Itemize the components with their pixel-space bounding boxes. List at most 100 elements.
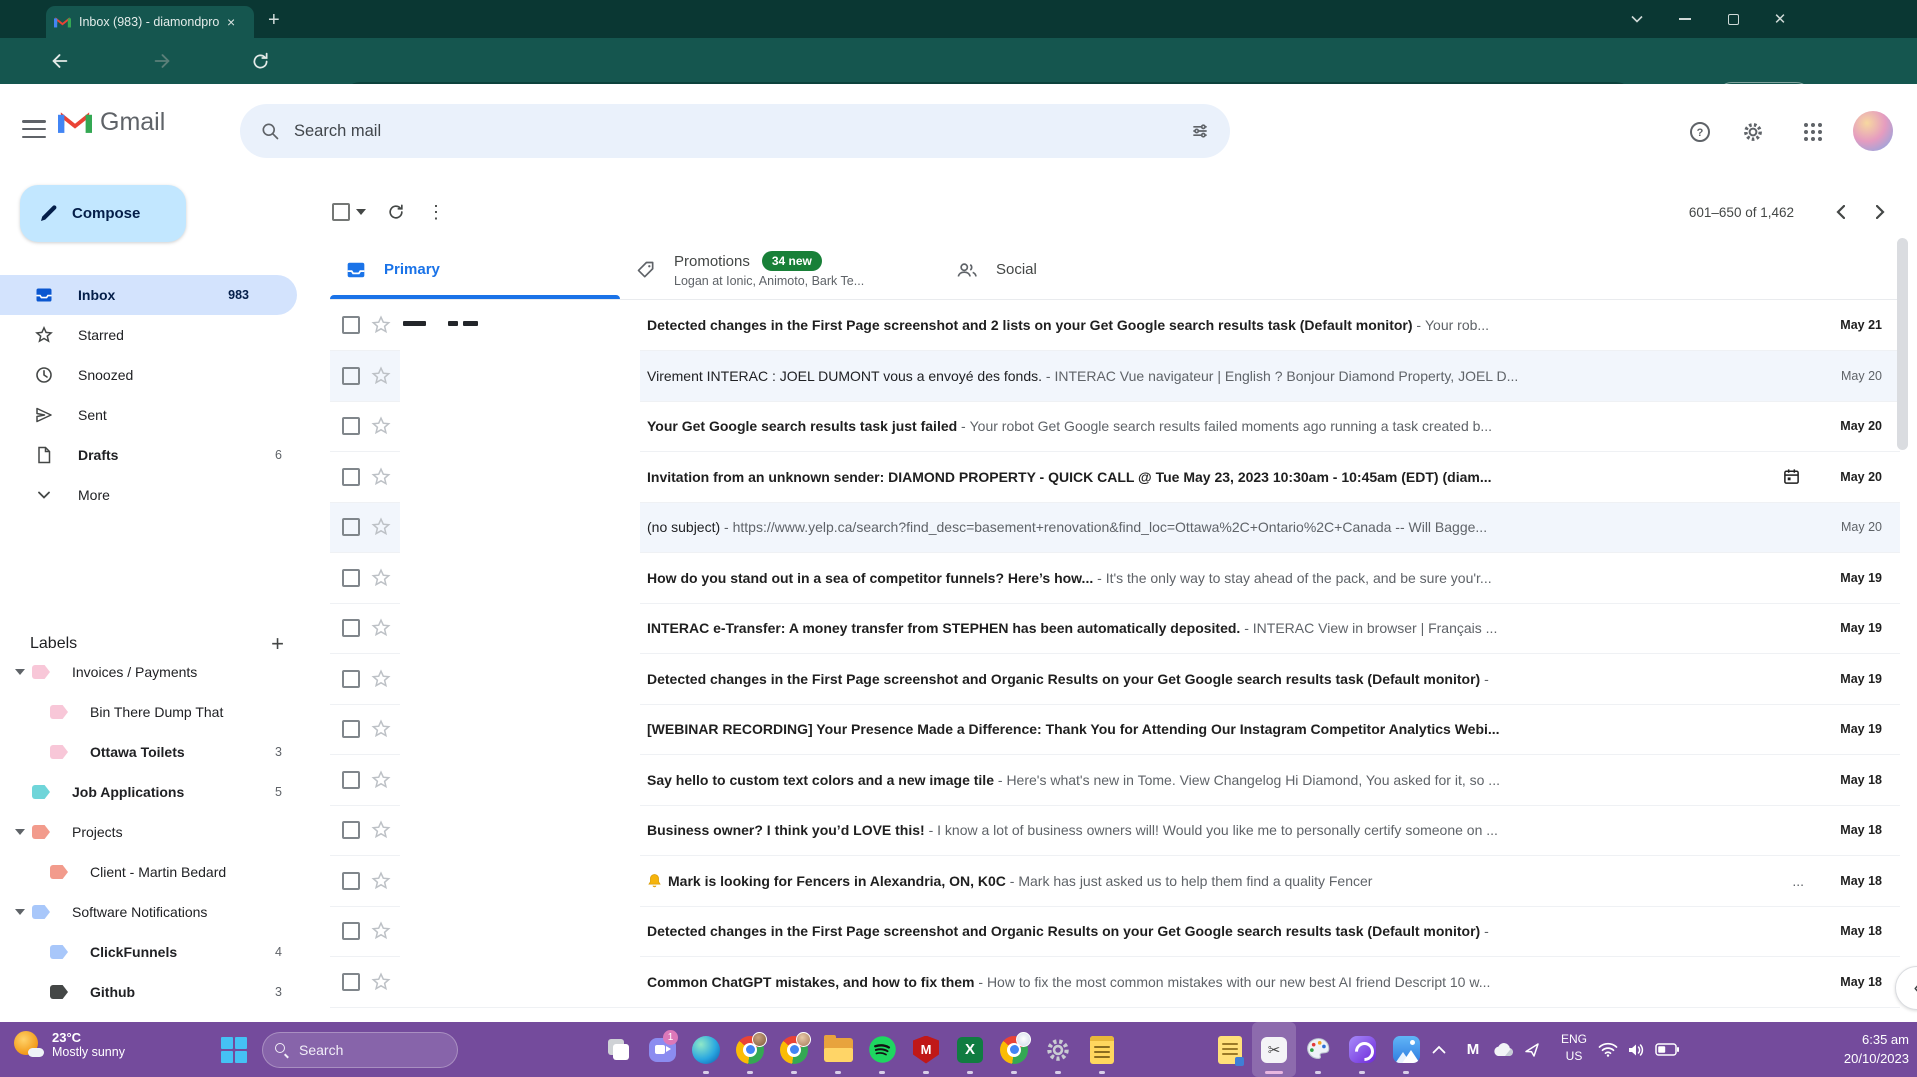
email-checkbox[interactable] (342, 619, 360, 638)
clock-widget[interactable]: 6:35 am 20/10/2023 (1844, 1031, 1909, 1069)
tab-close-icon[interactable]: × (227, 14, 235, 30)
star-icon[interactable] (370, 971, 392, 993)
volume-icon[interactable] (1627, 1022, 1645, 1077)
email-checkbox[interactable] (342, 417, 360, 436)
label-item[interactable]: ClickFunnels 4 (0, 932, 330, 972)
wifi-icon[interactable] (1598, 1022, 1618, 1077)
star-icon[interactable] (370, 617, 392, 639)
window-close-button[interactable]: ✕ (1770, 10, 1790, 28)
refresh-icon[interactable] (376, 192, 416, 232)
weather-widget[interactable]: 23°C Mostly sunny (12, 1029, 125, 1059)
email-checkbox[interactable] (342, 720, 360, 739)
tray-expand-icon[interactable] (1432, 1022, 1446, 1077)
mcafee-icon[interactable]: M (904, 1022, 948, 1077)
chrome-profile-a-icon[interactable] (728, 1022, 772, 1077)
start-button[interactable] (221, 1037, 247, 1063)
sidebar-item-snoozed[interactable]: Snoozed (0, 355, 330, 395)
older-page-icon[interactable] (1860, 192, 1900, 232)
email-checkbox[interactable] (342, 871, 360, 890)
search-bar[interactable] (240, 104, 1230, 158)
tab-primary[interactable]: Primary (330, 240, 620, 299)
sidebar-item-inbox[interactable]: Inbox 983 (0, 275, 297, 315)
star-icon[interactable] (370, 466, 392, 488)
label-expand-icon[interactable] (8, 829, 32, 835)
sidebar-item-drafts[interactable]: Drafts 6 (0, 435, 330, 475)
email-checkbox[interactable] (342, 467, 360, 486)
select-dropdown-icon[interactable] (356, 209, 366, 215)
star-icon[interactable] (370, 769, 392, 791)
chrome-profile-c-icon[interactable] (992, 1022, 1036, 1077)
compose-button[interactable]: Compose (20, 185, 186, 242)
tab-social[interactable]: Social (940, 240, 1230, 299)
star-icon[interactable] (370, 819, 392, 841)
forward-button[interactable] (150, 49, 174, 73)
star-icon[interactable] (370, 870, 392, 892)
email-checkbox[interactable] (342, 922, 360, 941)
language-switcher[interactable]: ENG US (1552, 1031, 1596, 1066)
star-icon[interactable] (370, 567, 392, 589)
label-expand-icon[interactable] (8, 909, 32, 915)
label-item[interactable]: Projects (0, 812, 330, 852)
apps-grid-icon[interactable] (1791, 110, 1835, 154)
sticky-notes-icon[interactable] (1208, 1022, 1252, 1077)
label-item[interactable]: Github 3 (0, 972, 330, 1012)
label-item[interactable]: Job Applications 5 (0, 772, 330, 812)
paint-icon[interactable] (1296, 1022, 1340, 1077)
email-checkbox[interactable] (342, 316, 360, 335)
task-view-icon[interactable] (596, 1022, 640, 1077)
select-all-checkbox[interactable] (332, 203, 350, 221)
snipping-tool-icon[interactable]: ✂ (1252, 1022, 1296, 1077)
label-item[interactable]: Software Notifications (0, 892, 330, 932)
notepad-icon[interactable] (1080, 1022, 1124, 1077)
label-item[interactable]: Client - Martin Bedard (0, 852, 330, 892)
spotify-icon[interactable] (860, 1022, 904, 1077)
window-menu-icon[interactable] (1627, 10, 1647, 28)
star-icon[interactable] (370, 516, 392, 538)
email-checkbox[interactable] (342, 972, 360, 991)
search-icon[interactable] (260, 121, 280, 141)
photos-icon[interactable] (1384, 1022, 1428, 1077)
edge-icon[interactable] (684, 1022, 728, 1077)
loop-icon[interactable] (1340, 1022, 1384, 1077)
email-checkbox[interactable] (342, 821, 360, 840)
star-icon[interactable] (370, 718, 392, 740)
settings-icon[interactable] (1036, 1022, 1080, 1077)
chat-icon[interactable]: 1 (640, 1022, 684, 1077)
tab-promotions[interactable]: Promotions 34 new Logan at Ionic, Animot… (620, 240, 940, 299)
chrome-profile-b-icon[interactable] (772, 1022, 816, 1077)
label-item[interactable]: Invoices / Payments (0, 652, 330, 692)
help-icon[interactable]: ? (1678, 110, 1722, 154)
sidebar-item-more[interactable]: More (0, 475, 330, 515)
email-checkbox[interactable] (342, 669, 360, 688)
star-icon[interactable] (370, 920, 392, 942)
more-options-icon[interactable]: ⋮ (416, 192, 456, 232)
browser-tab[interactable]: Inbox (983) - diamondpropertyd × (46, 6, 254, 38)
battery-icon[interactable] (1655, 1022, 1679, 1077)
sidebar-item-sent[interactable]: Sent (0, 395, 330, 435)
star-icon[interactable] (370, 415, 392, 437)
email-checkbox[interactable] (342, 568, 360, 587)
location-arrow-icon[interactable] (1524, 1022, 1540, 1077)
back-button[interactable] (48, 49, 72, 73)
label-expand-icon[interactable] (8, 669, 32, 675)
main-menu-icon[interactable] (22, 120, 46, 138)
window-minimize-button[interactable] (1675, 10, 1695, 28)
reload-button[interactable] (248, 49, 272, 73)
search-filters-icon[interactable] (1190, 121, 1210, 141)
label-item[interactable]: Ottawa Toilets 3 (0, 732, 330, 772)
email-checkbox[interactable] (342, 518, 360, 537)
file-explorer-icon[interactable] (816, 1022, 860, 1077)
label-item[interactable]: Bin There Dump That (0, 692, 330, 732)
email-checkbox[interactable] (342, 366, 360, 385)
sidebar-item-starred[interactable]: Starred (0, 315, 330, 355)
star-icon[interactable] (370, 314, 392, 336)
star-icon[interactable] (370, 365, 392, 387)
scrollbar-thumb[interactable] (1897, 238, 1908, 450)
account-avatar[interactable] (1853, 111, 1893, 151)
email-checkbox[interactable] (342, 770, 360, 789)
star-icon[interactable] (370, 668, 392, 690)
taskbar-search[interactable]: Search (262, 1032, 458, 1068)
onedrive-cloud-icon[interactable] (1492, 1022, 1514, 1077)
window-maximize-button[interactable] (1723, 10, 1743, 28)
tray-m-icon[interactable]: M (1463, 1022, 1483, 1077)
